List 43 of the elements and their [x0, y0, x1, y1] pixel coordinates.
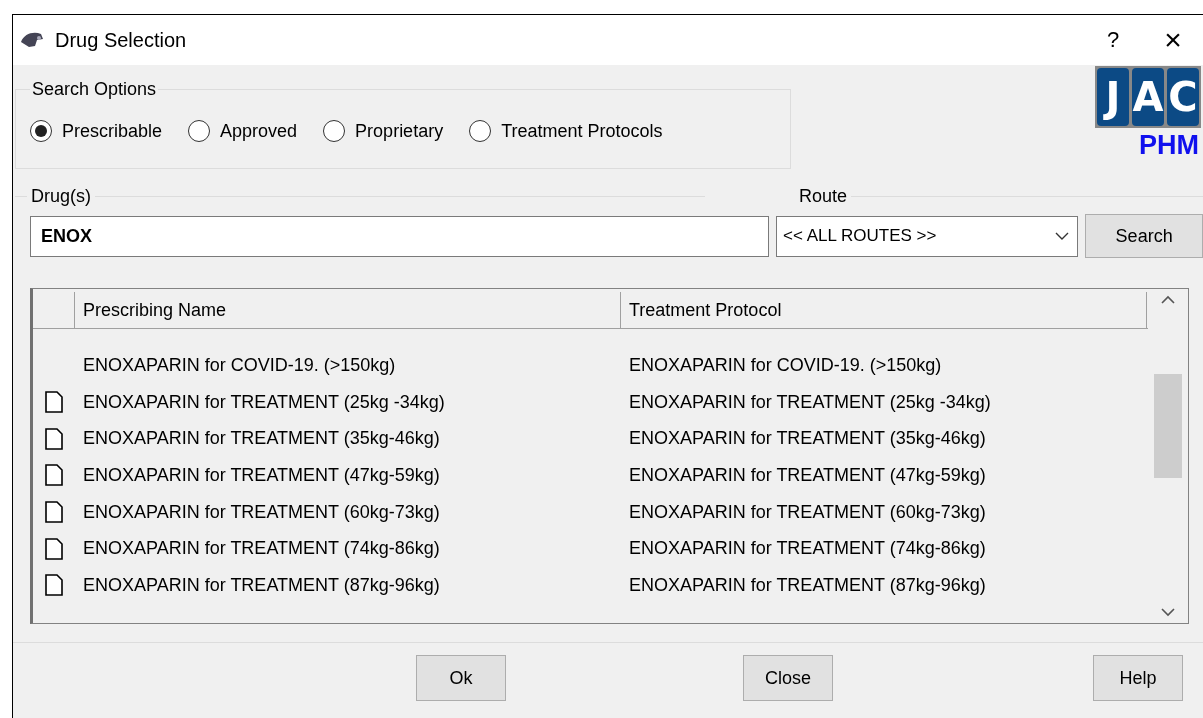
dialog-button[interactable]: Help — [1093, 655, 1183, 701]
chevron-down-icon — [1055, 231, 1070, 241]
radio-option[interactable]: Approved — [188, 120, 298, 142]
route-dropdown[interactable]: << ALL ROUTES >> — [776, 215, 1079, 257]
scroll-up-icon[interactable] — [1161, 295, 1175, 304]
help-button[interactable]: ? — [1083, 15, 1143, 65]
window-title: Drug Selection — [55, 28, 188, 52]
close-button[interactable]: × — [1143, 15, 1203, 65]
table-cell-text: ENOXAPARIN for TREATMENT (47kg-59kg) — [82, 464, 441, 486]
table-cell-text: ENOXAPARIN for TREATMENT (25kg -34kg) — [82, 391, 446, 413]
radio-option[interactable]: Treatment Protocols — [469, 120, 663, 142]
table-cell-text: ENOXAPARIN for COVID-19. (>150kg) — [82, 354, 397, 376]
radio-option[interactable]: Prescribable — [30, 120, 163, 142]
table-cell-text: ENOXAPARIN for TREATMENT (35kg-46kg) — [82, 428, 441, 450]
drugs-label: Drug(s) — [30, 185, 92, 207]
radio-icon[interactable] — [30, 120, 52, 142]
dialog-button[interactable]: Close — [743, 655, 833, 701]
app-icon — [19, 30, 45, 50]
table-cell-text: ENOXAPARIN for TREATMENT (35kg-46kg) — [628, 428, 987, 450]
table-cell-text: ENOXAPARIN for COVID-19. (>150kg) — [628, 354, 943, 376]
table-cell-text: ENOXAPARIN for TREATMENT (60kg-73kg) — [628, 501, 987, 523]
table-cell-text: ENOXAPARIN for TREATMENT (60kg-73kg) — [82, 501, 441, 523]
table-cell-text: ENOXAPARIN for TREATMENT (87kg-96kg) — [82, 574, 441, 596]
table-cell-text: ENOXAPARIN for TREATMENT (47kg-59kg) — [628, 464, 987, 486]
radio-icon[interactable] — [188, 120, 211, 142]
drug-input-field[interactable]: ENOX — [30, 215, 770, 257]
table-cell-text: ENOXAPARIN for TREATMENT (74kg-86kg) — [82, 538, 441, 560]
logo-tiles: J AC — [1095, 66, 1201, 128]
column-header[interactable]: Treatment Protocol — [621, 292, 1147, 328]
radio-icon[interactable] — [323, 120, 346, 142]
table-cell-text: ENOXAPARIN for TREATMENT (87kg-96kg) — [628, 574, 987, 596]
route-label: Route — [797, 185, 848, 207]
search-button[interactable]: Search — [1085, 214, 1203, 258]
column-header[interactable]: Prescribing Name — [75, 292, 621, 328]
radio-option[interactable]: Proprietary — [323, 120, 444, 142]
dialog-button[interactable]: Ok — [416, 655, 506, 701]
table-cell-text: ENOXAPARIN for TREATMENT (25kg -34kg) — [628, 391, 992, 413]
table-cell-text: ENOXAPARIN for TREATMENT (74kg-86kg) — [628, 538, 987, 560]
radio-icon[interactable] — [469, 120, 492, 142]
scroll-down-icon[interactable] — [1161, 608, 1175, 617]
group-title: Search Options — [31, 79, 158, 100]
logo-caption: PHM — [1139, 130, 1199, 161]
scrollbar-thumb[interactable] — [1154, 374, 1182, 478]
